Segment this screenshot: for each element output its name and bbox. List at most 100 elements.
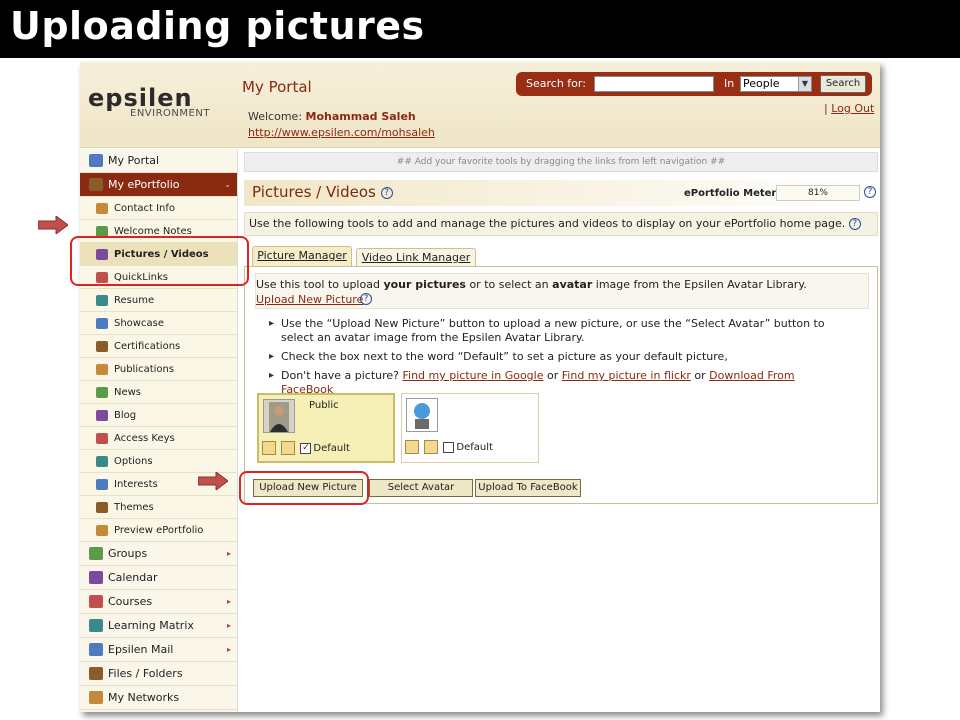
card-actions: ✓ Default — [262, 441, 350, 455]
delete-bin-icon[interactable] — [281, 441, 296, 455]
sidebar-item-preview-eportfolio[interactable]: Preview ePortfolio — [80, 519, 237, 542]
sidebar-item-label: News — [114, 387, 142, 398]
instruction-item: Check the box next to the word “Default”… — [269, 350, 849, 364]
card-actions: Default — [405, 440, 493, 454]
or-text: or — [694, 369, 706, 382]
app-window: epsilen ENVIRONMENT My Portal Welcome: M… — [80, 62, 880, 712]
options-icon — [96, 456, 108, 467]
news-icon — [96, 387, 108, 398]
delete-bin-icon[interactable] — [424, 440, 439, 454]
sidebar-item-access-keys[interactable]: Access Keys — [80, 427, 237, 450]
sidebar-item-label: Interests — [114, 479, 158, 490]
sidebar-item-courses[interactable]: Courses ▸ — [80, 590, 237, 614]
sidebar-item-label: Learning Matrix — [108, 619, 194, 632]
meter-help-icon[interactable]: ? — [864, 186, 876, 198]
find-flickr-link[interactable]: Find my picture in flickr — [562, 369, 691, 382]
sidebar-item-label: Options — [114, 456, 153, 467]
sidebar-item-label: Preview ePortfolio — [114, 525, 204, 536]
default-checkbox[interactable] — [443, 441, 455, 453]
epsilen-logo[interactable]: epsilen ENVIRONMENT — [88, 84, 209, 119]
picture-visibility-label: Public — [309, 400, 339, 411]
sidebar-item-blog[interactable]: Blog — [80, 404, 237, 427]
mail-icon — [89, 643, 103, 656]
pointer-arrow-icon — [38, 216, 68, 234]
profile-url-link[interactable]: http://www.epsilen.com/mohsaleh — [248, 126, 435, 139]
info-b: your pictures — [383, 278, 466, 291]
select-avatar-button[interactable]: Select Avatar — [369, 479, 473, 497]
tab-picture-manager[interactable]: Picture Manager — [252, 246, 352, 266]
find-google-link[interactable]: Find my picture in Google — [403, 369, 544, 382]
upload-help-icon[interactable]: ? — [360, 293, 372, 305]
highlight-pictures-videos — [70, 236, 249, 286]
app-header: epsilen ENVIRONMENT My Portal Welcome: M… — [80, 62, 880, 148]
sidebar-item-publications[interactable]: Publications — [80, 358, 237, 381]
logout-link[interactable]: Log Out — [831, 102, 874, 115]
chevron-right-icon[interactable]: ▸ — [227, 638, 231, 662]
or-text: or — [547, 369, 559, 382]
sidebar-item-my-portal[interactable]: My Portal — [80, 149, 237, 173]
folder-key-icon — [96, 433, 108, 444]
profile-photo-thumbnail[interactable] — [263, 399, 295, 433]
sidebar-item-learning-matrix[interactable]: Learning Matrix ▸ — [80, 614, 237, 638]
sidebar-item-files-folders[interactable]: Files / Folders — [80, 662, 237, 686]
sidebar-item-showcase[interactable]: Showcase — [80, 312, 237, 335]
picture-card-public: Public ✓ Default — [257, 393, 395, 463]
search-bar: Search for: In People ▼ Search — [516, 72, 872, 96]
folder-icon — [89, 667, 103, 680]
no-picture-text: Don't have a picture? — [281, 369, 399, 382]
preview-icon — [96, 525, 108, 536]
sidebar-item-my-eportfolio[interactable]: My ePortfolio ⌄ — [80, 173, 237, 197]
page-title: Pictures / Videos ? — [252, 183, 393, 201]
default-label: Default — [313, 443, 350, 454]
sidebar-item-groups[interactable]: Groups ▸ — [80, 542, 237, 566]
sidebar-item-resume[interactable]: Resume — [80, 289, 237, 312]
sidebar-item-news[interactable]: News — [80, 381, 237, 404]
search-scope-select[interactable]: People ▼ — [740, 76, 812, 92]
help-icon[interactable]: ? — [380, 186, 393, 199]
search-input[interactable] — [594, 76, 714, 92]
description-help-icon[interactable]: ? — [848, 218, 861, 230]
chevron-down-icon[interactable]: ⌄ — [224, 173, 231, 197]
tab-video-link-manager-label: Video Link Manager — [361, 251, 471, 264]
chevron-down-icon[interactable]: ▼ — [798, 77, 811, 91]
sidebar-item-epsilen-mail[interactable]: Epsilen Mail ▸ — [80, 638, 237, 662]
blog-icon — [96, 410, 108, 421]
groups-icon — [89, 547, 103, 560]
showcase-icon — [96, 318, 108, 329]
sidebar-item-options[interactable]: Options — [80, 450, 237, 473]
sidebar-item-calendar[interactable]: Calendar — [80, 566, 237, 590]
certificate-icon — [96, 341, 108, 352]
sidebar-item-my-networks[interactable]: My Networks — [80, 686, 237, 710]
sidebar-item-certifications[interactable]: Certifications — [80, 335, 237, 358]
search-button[interactable]: Search — [820, 75, 866, 93]
networks-icon — [89, 691, 103, 704]
chevron-right-icon[interactable]: ▸ — [227, 542, 231, 566]
highlight-upload-button — [239, 471, 369, 505]
sidebar-item-label: Showcase — [114, 318, 164, 329]
chevron-right-icon[interactable]: ▸ — [227, 590, 231, 614]
search-label: Search for: — [526, 77, 586, 90]
avatar-thumbnail[interactable] — [406, 398, 438, 432]
portal-icon — [89, 154, 103, 167]
chevron-right-icon[interactable]: ▸ — [227, 614, 231, 638]
default-checkbox-checked[interactable]: ✓ — [300, 442, 312, 454]
sidebar-item-label: Files / Folders — [108, 667, 183, 680]
welcome-text: Welcome: Mohammad Saleh — [248, 110, 416, 123]
edit-pencil-icon[interactable] — [405, 440, 419, 454]
description-bar: Use the following tools to add and manag… — [244, 212, 878, 236]
eportfolio-meter-label: ePortfolio Meter: — [684, 188, 781, 199]
info-box: Use this tool to upload your pictures or… — [255, 273, 869, 309]
sidebar-item-contact-info[interactable]: Contact Info — [80, 197, 237, 220]
edit-pencil-icon[interactable] — [262, 441, 276, 455]
portal-title: My Portal — [242, 78, 312, 96]
drag-hint-bar: ## Add your favorite tools by dragging t… — [244, 152, 878, 172]
sidebar-item-themes[interactable]: Themes — [80, 496, 237, 519]
eportfolio-meter-value: 81% — [776, 185, 860, 201]
upload-to-facebook-button[interactable]: Upload To FaceBook — [475, 479, 581, 497]
courses-icon — [89, 595, 103, 608]
sidebar-item-label: Certifications — [114, 341, 181, 352]
upload-new-picture-link[interactable]: Upload New Picture — [256, 293, 363, 306]
tab-video-link-manager[interactable]: Video Link Manager — [356, 248, 476, 266]
portfolio-icon — [89, 178, 103, 191]
search-scope-label: In — [724, 77, 735, 90]
